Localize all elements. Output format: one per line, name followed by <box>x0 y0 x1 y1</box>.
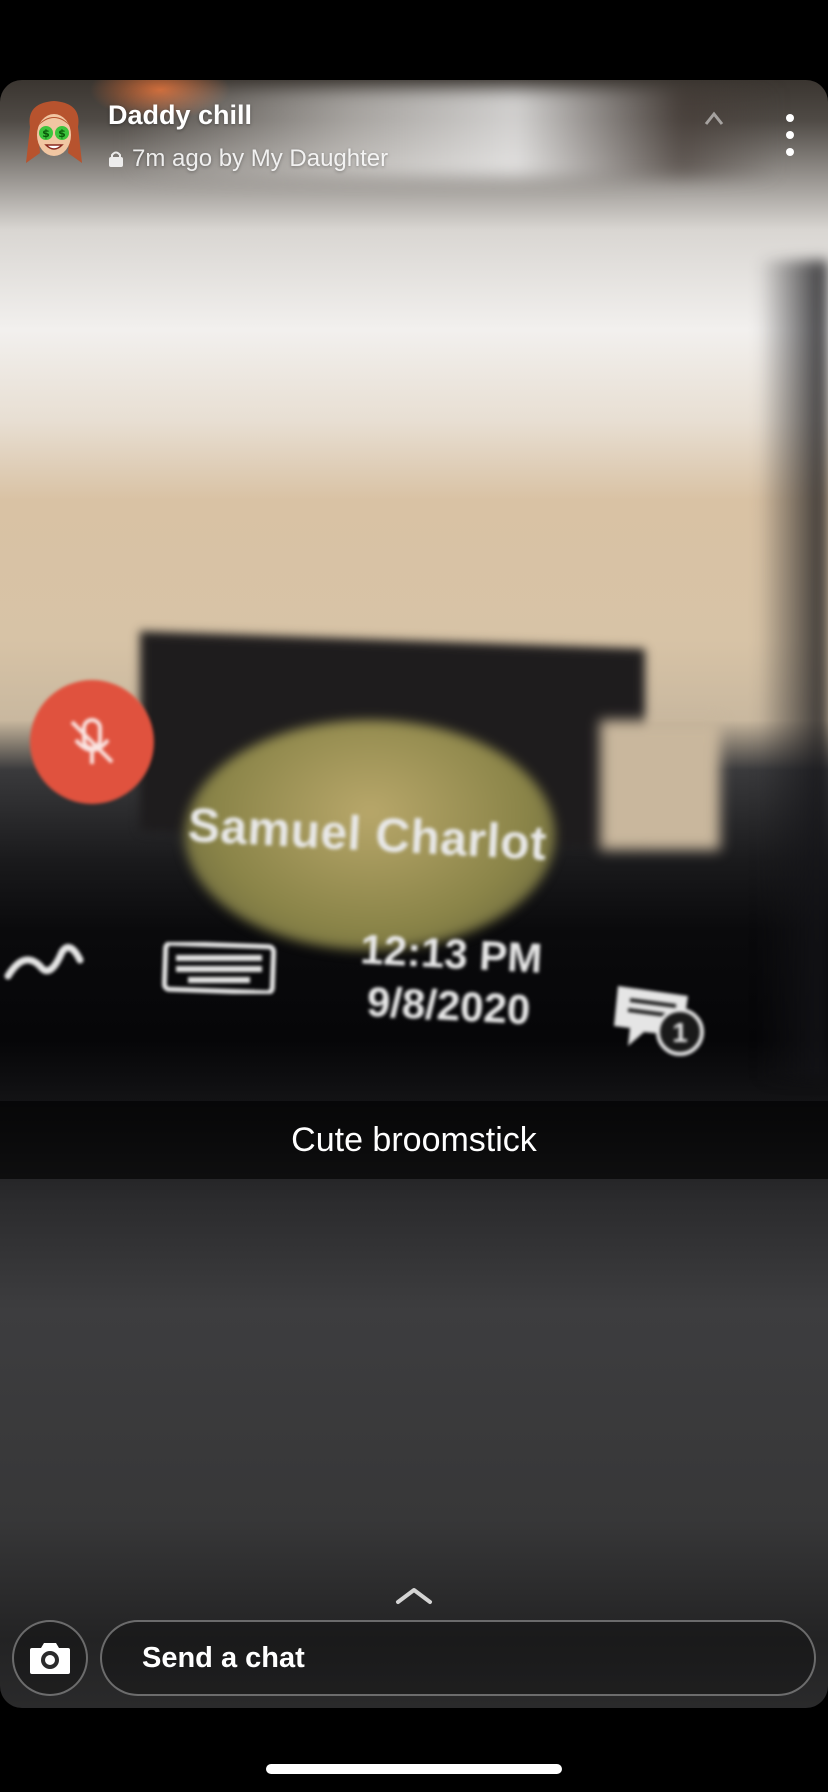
muted-mic-icon <box>30 680 154 804</box>
caption-text: Cute broomstick <box>291 1120 537 1159</box>
more-dot <box>786 131 794 139</box>
keyboard-icon <box>161 940 277 999</box>
home-indicator[interactable] <box>266 1764 562 1774</box>
story-meta: 7m ago by My Daughter <box>108 145 388 173</box>
more-dot <box>786 114 794 122</box>
more-dot <box>786 148 794 156</box>
caption-bar: Cute broomstick <box>0 1101 828 1179</box>
snap-photo[interactable]: Samuel Charlot 12:13 PM 9/8/2020 1 Cute <box>0 80 828 1708</box>
taskbar-clock: 12:13 PM 9/8/2020 <box>337 922 562 1037</box>
svg-text:$: $ <box>58 127 66 140</box>
send-chat-input[interactable] <box>140 1640 814 1676</box>
svg-text:$: $ <box>42 127 50 140</box>
swipe-up-chevron-icon[interactable] <box>394 1586 434 1606</box>
chat-input-container[interactable] <box>100 1620 816 1696</box>
story-owner-name[interactable]: Daddy chill <box>108 100 252 131</box>
bitmoji-avatar[interactable]: $ $ <box>24 97 84 169</box>
camera-icon <box>30 1643 70 1674</box>
photo-background <box>0 80 828 1708</box>
story-meta-text: 7m ago by My Daughter <box>132 145 389 172</box>
lock-icon <box>109 151 123 167</box>
notification-icon: 1 <box>610 980 706 1065</box>
notification-count: 1 <box>672 1017 688 1048</box>
chevron-up-icon <box>702 108 726 128</box>
pen-icon <box>4 930 84 995</box>
more-options-button[interactable] <box>772 110 808 160</box>
camera-button[interactable] <box>12 1620 88 1696</box>
